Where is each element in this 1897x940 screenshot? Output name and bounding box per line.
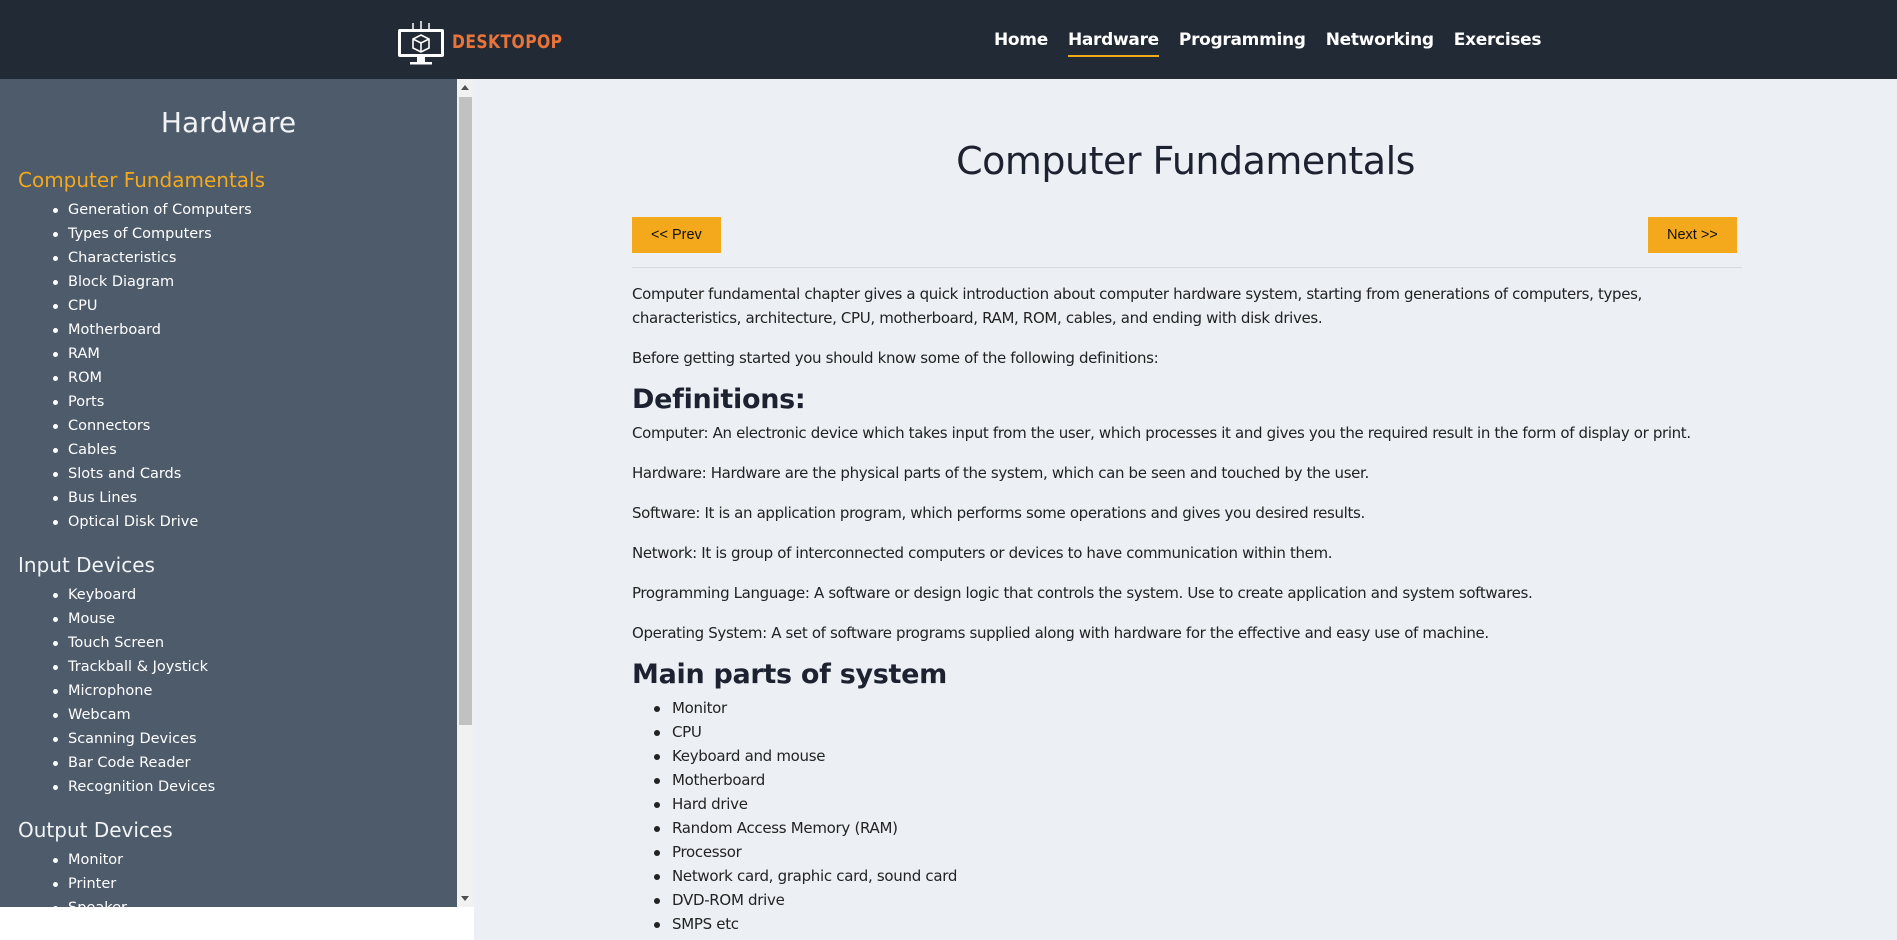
sidebar-item-webcam[interactable]: Webcam bbox=[52, 703, 215, 727]
nav-home[interactable]: Home bbox=[994, 30, 1048, 57]
sidebar-item-ram[interactable]: RAM bbox=[52, 342, 265, 366]
prev-button[interactable]: << Prev bbox=[632, 217, 721, 253]
definition-operating-system: Operating System: A set of software prog… bbox=[632, 624, 1489, 642]
list-item: Monitor bbox=[654, 696, 1744, 720]
sidebar-heading-computer-fundamentals[interactable]: Computer Fundamentals bbox=[18, 168, 265, 192]
list-item: Random Access Memory (RAM) bbox=[654, 816, 1744, 840]
definition-hardware: Hardware: Hardware are the physical part… bbox=[632, 464, 1369, 482]
definitions-heading: Definitions: bbox=[632, 384, 806, 415]
article-body: Computer fundamental chapter gives a qui… bbox=[632, 282, 1744, 936]
sidebar-scrollbar[interactable] bbox=[457, 79, 474, 907]
nav-programming[interactable]: Programming bbox=[1179, 30, 1306, 57]
nav-networking[interactable]: Networking bbox=[1326, 30, 1434, 57]
main-parts-list: Monitor CPU Keyboard and mouse Motherboa… bbox=[632, 696, 1744, 936]
definition-computer: Computer: An electronic device which tak… bbox=[632, 424, 1691, 442]
sidebar-item-trackball-joystick[interactable]: Trackball & Joystick bbox=[52, 655, 215, 679]
main-content: Computer Fundamentals << Prev Next >> Co… bbox=[474, 79, 1897, 940]
sidebar-list: Monitor Printer Speaker bbox=[18, 848, 173, 907]
monitor-logo-icon bbox=[398, 21, 444, 65]
sidebar-item-block-diagram[interactable]: Block Diagram bbox=[52, 270, 265, 294]
sidebar-item-monitor[interactable]: Monitor bbox=[53, 848, 173, 872]
sidebar-item-keyboard[interactable]: Keyboard bbox=[52, 583, 215, 607]
before-paragraph: Before getting started you should know s… bbox=[632, 349, 1159, 367]
top-navbar: DESKTOPOP Home Hardware Programming Netw… bbox=[0, 0, 1897, 79]
sidebar-item-ports[interactable]: Ports bbox=[52, 390, 265, 414]
sidebar-item-microphone[interactable]: Microphone bbox=[52, 679, 215, 703]
sidebar-list: Keyboard Mouse Touch Screen Trackball & … bbox=[18, 583, 215, 799]
list-item: DVD-ROM drive bbox=[654, 888, 1744, 912]
list-item: CPU bbox=[654, 720, 1744, 744]
list-item: Hard drive bbox=[654, 792, 1744, 816]
sidebar-item-bus-lines[interactable]: Bus Lines bbox=[52, 486, 265, 510]
main-parts-heading: Main parts of system bbox=[632, 659, 947, 690]
sidebar-item-speaker[interactable]: Speaker bbox=[53, 896, 173, 907]
intro-paragraph: Computer fundamental chapter gives a qui… bbox=[632, 285, 1642, 327]
sidebar-section-input-devices: Input Devices Keyboard Mouse Touch Scree… bbox=[18, 553, 215, 799]
sidebar-title: Hardware bbox=[160, 106, 297, 139]
sidebar-item-bar-code-reader[interactable]: Bar Code Reader bbox=[52, 751, 215, 775]
scrollbar-thumb[interactable] bbox=[459, 97, 472, 725]
sidebar-item-slots-and-cards[interactable]: Slots and Cards bbox=[52, 462, 265, 486]
sidebar-item-characteristics[interactable]: Characteristics bbox=[52, 246, 265, 270]
list-item: Keyboard and mouse bbox=[654, 744, 1744, 768]
definition-software: Software: It is an application program, … bbox=[632, 504, 1365, 522]
page-title: Computer Fundamentals bbox=[956, 139, 1415, 183]
divider bbox=[632, 267, 1742, 268]
sidebar-item-connectors[interactable]: Connectors bbox=[52, 414, 265, 438]
nav-exercises[interactable]: Exercises bbox=[1454, 30, 1542, 57]
definition-programming-language: Programming Language: A software or desi… bbox=[632, 584, 1533, 602]
sidebar-item-recognition-devices[interactable]: Recognition Devices bbox=[52, 775, 215, 799]
sidebar-item-cpu[interactable]: CPU bbox=[52, 294, 265, 318]
sidebar-item-scanning-devices[interactable]: Scanning Devices bbox=[52, 727, 215, 751]
sidebar-item-mouse[interactable]: Mouse bbox=[52, 607, 215, 631]
sidebar-item-generation-of-computers[interactable]: Generation of Computers bbox=[52, 198, 265, 222]
sidebar-heading-output-devices[interactable]: Output Devices bbox=[18, 818, 173, 842]
definition-network: Network: It is group of interconnected c… bbox=[632, 544, 1333, 562]
sidebar-item-touch-screen[interactable]: Touch Screen bbox=[52, 631, 215, 655]
logo-text: DESKTOPOP bbox=[452, 31, 563, 53]
sidebar-item-cables[interactable]: Cables bbox=[52, 438, 265, 462]
sidebar-section-output-devices: Output Devices Monitor Printer Speaker bbox=[18, 818, 173, 907]
sidebar-item-motherboard[interactable]: Motherboard bbox=[52, 318, 265, 342]
sidebar: Hardware Computer Fundamentals Generatio… bbox=[0, 79, 457, 907]
list-item: SMPS etc bbox=[654, 912, 1744, 936]
sidebar-section-computer-fundamentals: Computer Fundamentals Generation of Comp… bbox=[18, 168, 265, 534]
list-item: Motherboard bbox=[654, 768, 1744, 792]
sidebar-list: Generation of Computers Types of Compute… bbox=[18, 198, 265, 534]
scroll-up-arrow-icon[interactable] bbox=[461, 85, 469, 90]
sidebar-footer-gap bbox=[0, 907, 474, 940]
sidebar-item-types-of-computers[interactable]: Types of Computers bbox=[52, 222, 265, 246]
main-nav: Home Hardware Programming Networking Exe… bbox=[994, 30, 1542, 57]
scroll-down-arrow-icon[interactable] bbox=[461, 896, 469, 901]
sidebar-heading-input-devices[interactable]: Input Devices bbox=[18, 553, 215, 577]
next-button[interactable]: Next >> bbox=[1648, 217, 1737, 253]
sidebar-item-printer[interactable]: Printer bbox=[53, 872, 173, 896]
sidebar-item-rom[interactable]: ROM bbox=[52, 366, 265, 390]
sidebar-item-optical-disk-drive[interactable]: Optical Disk Drive bbox=[52, 510, 265, 534]
list-item: Processor bbox=[654, 840, 1744, 864]
site-logo[interactable]: DESKTOPOP bbox=[396, 18, 587, 66]
nav-hardware[interactable]: Hardware bbox=[1067, 30, 1159, 57]
list-item: Network card, graphic card, sound card bbox=[654, 864, 1744, 888]
